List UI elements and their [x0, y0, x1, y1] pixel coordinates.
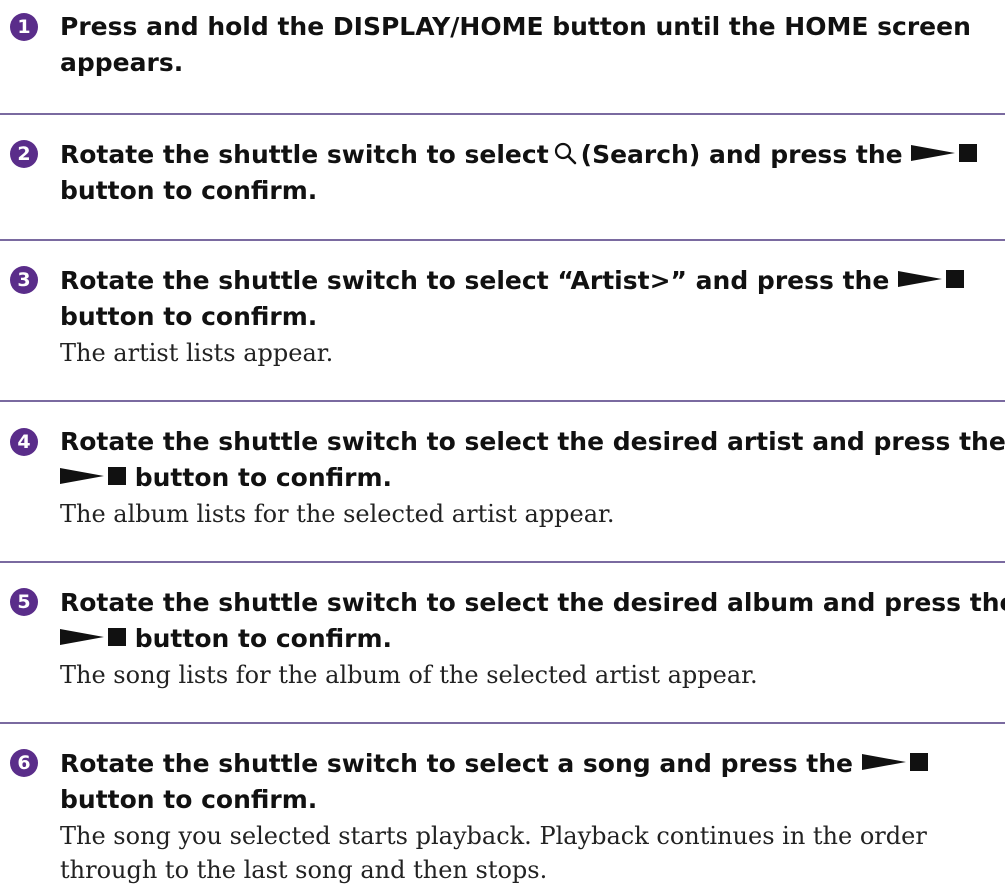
step-4-heading-line1: Rotate the shuttle switch to select the …: [60, 427, 1005, 456]
step-3-text: Rotate the shuttle switch to select “Art…: [60, 266, 890, 295]
step-5-description: The song lists for the album of the sele…: [60, 661, 758, 689]
step-number-3: 3: [10, 266, 38, 294]
step-2-text-b: (Search) and press the: [580, 140, 903, 169]
instructions-page: 1 Press and hold the DISPLAY/HOME button…: [0, 0, 1005, 884]
step-3-description: The artist lists appear.: [60, 339, 334, 367]
play-stop-icon: [911, 139, 978, 175]
step-number-4: 4: [10, 428, 38, 456]
step-3-heading-line1: Rotate the shuttle switch to select “Art…: [60, 263, 1000, 301]
step-4-heading-line2: button to confirm.: [60, 460, 1000, 498]
play-stop-icon: [60, 462, 126, 498]
step-6-heading-line1: Rotate the shuttle switch to select a so…: [60, 746, 1000, 784]
step-6-text: Rotate the shuttle switch to select a so…: [60, 749, 853, 778]
divider: [0, 561, 1005, 563]
step-5-text: button to confirm.: [134, 624, 393, 653]
step-number-1: 1: [10, 13, 38, 41]
divider: [0, 239, 1005, 241]
step-1-heading-line1: Press and hold the DISPLAY/HOME button u…: [60, 12, 971, 41]
play-stop-icon: [861, 748, 928, 784]
step-2-heading-line1: Rotate the shuttle switch to select (Sear…: [60, 137, 1000, 175]
search-icon: [553, 139, 577, 175]
step-5-heading-line1: Rotate the shuttle switch to select the …: [60, 588, 1005, 617]
step-6-heading-line2: button to confirm.: [60, 785, 318, 814]
step-number-2: 2: [10, 140, 38, 168]
step-2-text-a: Rotate the shuttle switch to select: [60, 140, 549, 169]
step-5-heading-line2: button to confirm.: [60, 621, 1000, 659]
step-6-description-line2: through to the last song and then stops.: [60, 856, 548, 884]
step-4-text: button to confirm.: [134, 463, 393, 492]
step-1-heading-line2: appears.: [60, 48, 184, 77]
play-stop-icon: [60, 623, 126, 659]
step-3-heading-line2: button to confirm.: [60, 302, 318, 331]
step-number-6: 6: [10, 749, 38, 777]
step-2-heading-line2: button to confirm.: [60, 176, 318, 205]
divider: [0, 722, 1005, 724]
step-6-description-line1: The song you selected starts playback. P…: [60, 822, 927, 850]
divider: [0, 113, 1005, 115]
step-4-description: The album lists for the selected artist …: [60, 500, 615, 528]
play-stop-icon: [898, 265, 965, 301]
step-number-5: 5: [10, 588, 38, 616]
divider: [0, 400, 1005, 402]
